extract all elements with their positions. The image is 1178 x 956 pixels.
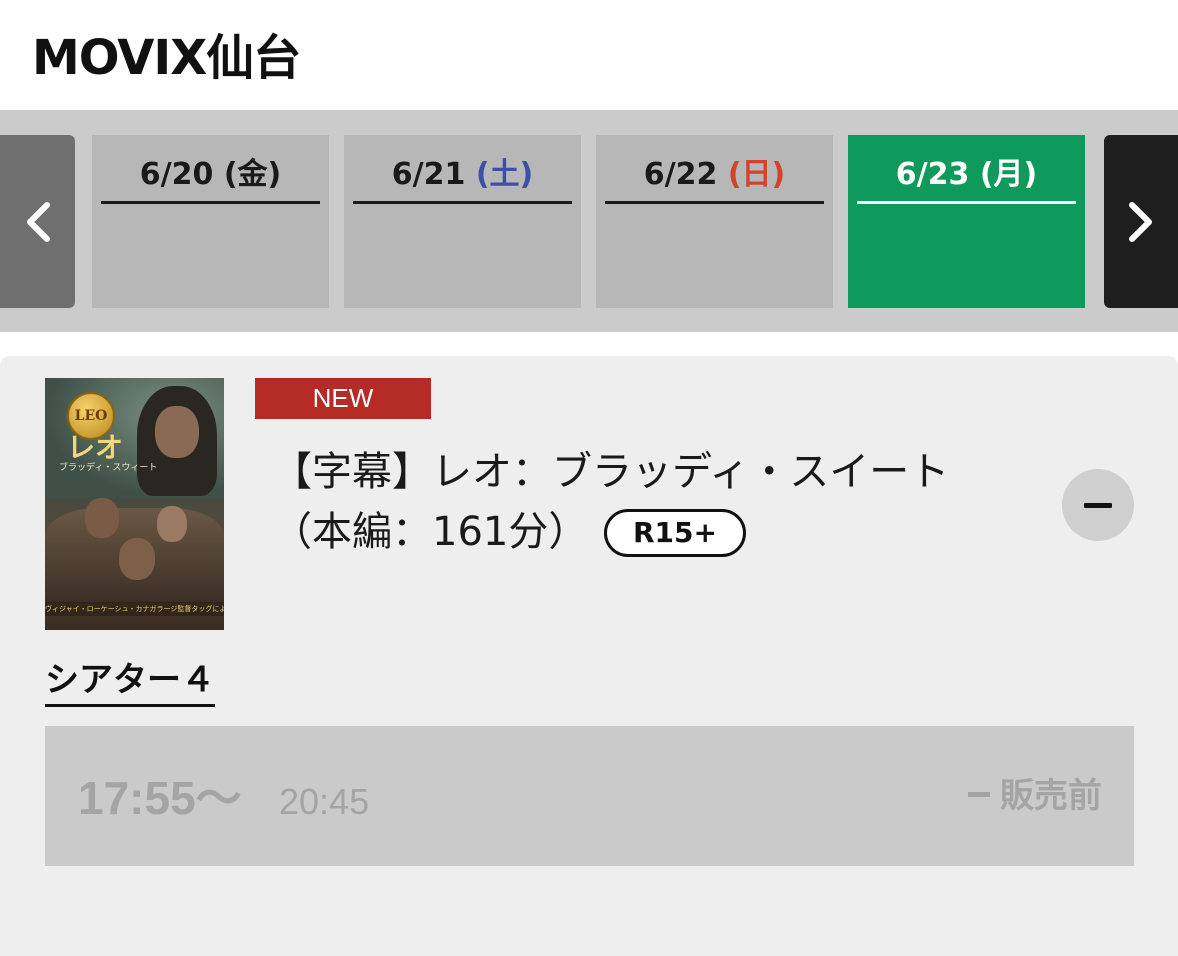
- poster-face: [85, 498, 119, 538]
- date-text: 6/21: [391, 157, 466, 192]
- date-underline: [353, 201, 572, 204]
- rating-badge: R15+: [604, 509, 746, 557]
- date-text: 6/20: [139, 157, 214, 192]
- date-tab-0622[interactable]: 6/22 (日): [596, 135, 833, 308]
- showtime-row[interactable]: 17:55〜 20:45 販売前: [45, 726, 1134, 866]
- day-of-week: (月): [979, 157, 1038, 192]
- date-underline: [101, 201, 320, 204]
- showtime-start: 17:55〜: [78, 772, 242, 824]
- movie-card: LEO レオ ブラッディ・スウィート ヴィジャイ・ローケーシュ・カナガラージ監督…: [0, 356, 1178, 956]
- poster-face: [119, 538, 155, 580]
- sale-status: 販売前: [968, 774, 1102, 818]
- movie-runtime: （本編：161分）: [272, 509, 589, 555]
- dash-icon: [968, 792, 990, 797]
- sale-status-text: 販売前: [1000, 776, 1102, 816]
- movie-poster[interactable]: LEO レオ ブラッディ・スウィート ヴィジャイ・ローケーシュ・カナガラージ監督…: [45, 378, 224, 630]
- date-tab-label: 6/21 (土): [353, 155, 572, 195]
- header: MOVIX仙台: [0, 0, 1178, 110]
- next-dates-button[interactable]: [1104, 135, 1178, 308]
- day-of-week: (日): [727, 157, 786, 192]
- day-of-week: (土): [475, 157, 534, 192]
- poster-tagline: ヴィジャイ・ローケーシュ・カナガラージ監督タッグによる、インド映画の新章!: [45, 602, 224, 616]
- date-selector: 6/20 (金) 6/21 (土) 6/22 (日) 6/23 (月): [0, 110, 1178, 332]
- poster-face: [157, 506, 187, 542]
- chevron-right-icon: [1129, 201, 1152, 242]
- date-tab-0623-selected[interactable]: 6/23 (月): [848, 135, 1085, 308]
- date-text: 6/22: [643, 157, 718, 192]
- page-title: MOVIX仙台: [32, 30, 301, 86]
- date-tab-label: 6/22 (日): [605, 155, 824, 195]
- day-of-week: (金): [223, 157, 282, 192]
- movie-title: 【字幕】レオ：ブラッディ・スイート: [272, 449, 950, 495]
- date-tab-label: 6/23 (月): [857, 155, 1076, 195]
- minus-icon: [1084, 502, 1112, 508]
- date-tab-0621[interactable]: 6/21 (土): [344, 135, 581, 308]
- date-text: 6/23: [895, 157, 970, 192]
- poster-subtitle: ブラッディ・スウィート: [59, 463, 158, 473]
- date-underline: [857, 201, 1076, 204]
- new-badge: NEW: [255, 378, 431, 419]
- showtime-end: 20:45: [279, 781, 370, 822]
- prev-dates-button[interactable]: [0, 135, 75, 308]
- collapse-button[interactable]: [1062, 469, 1134, 541]
- date-underline: [605, 201, 824, 204]
- date-tab-0620[interactable]: 6/20 (金): [92, 135, 329, 308]
- theater-link[interactable]: シアター４: [45, 658, 215, 707]
- date-tab-label: 6/20 (金): [101, 155, 320, 195]
- poster-face: [155, 406, 199, 458]
- chevron-left-icon: [26, 201, 50, 242]
